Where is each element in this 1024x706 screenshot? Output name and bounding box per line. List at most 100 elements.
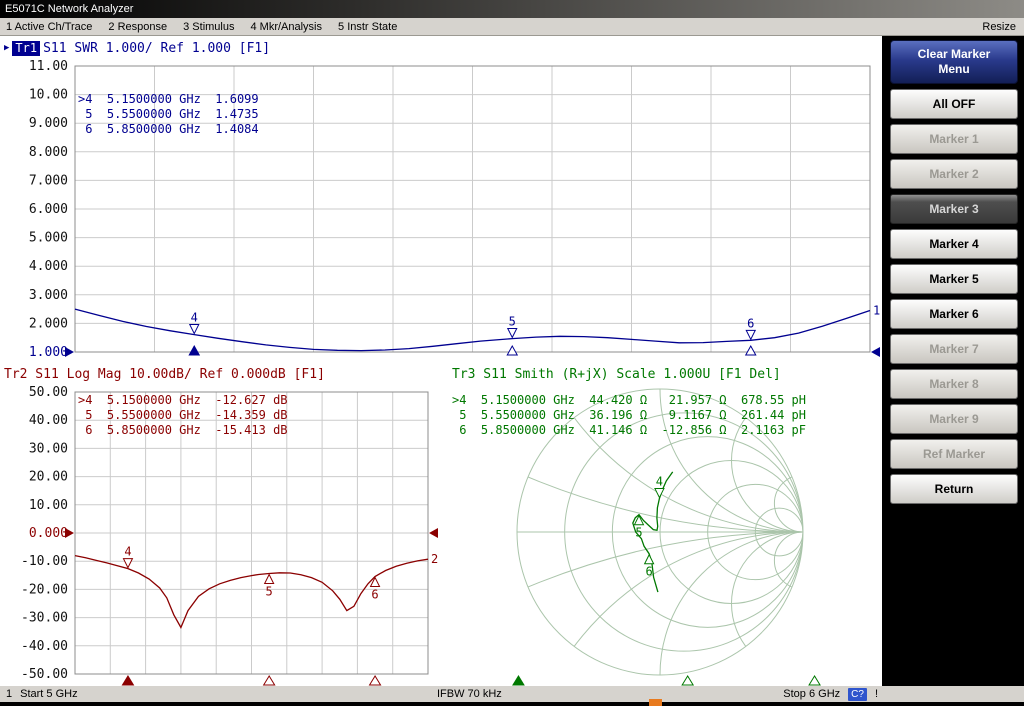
- resize-button[interactable]: Resize: [982, 21, 1024, 33]
- tr1-badge[interactable]: Tr1: [12, 41, 40, 56]
- menu-item-2[interactable]: 2 Response: [108, 21, 167, 33]
- softkey-marker-4[interactable]: Marker 4: [890, 229, 1018, 259]
- chart-area: ▶ Tr1 S11 SWR 1.000/ Ref 1.000 [F1] 11.0…: [0, 36, 882, 686]
- analyzer-window: E5071C Network Analyzer 1 Active Ch/Trac…: [0, 0, 1024, 706]
- marker-readout-row: 5 5.5500000 GHz 36.196 Ω 9.1167 Ω 261.44…: [452, 408, 806, 423]
- tr2-marker-table: >4 5.1500000 GHz -12.627 dB 5 5.5500000 …: [78, 393, 288, 438]
- marker-readout-row: >4 5.1500000 GHz 1.6099: [78, 92, 259, 107]
- marker-5-label: 5: [635, 526, 642, 540]
- ref-level-right-icon: [871, 347, 880, 357]
- ref-level-right-icon: [429, 528, 438, 538]
- y-axis-tick: 7.000: [29, 173, 68, 188]
- status-alert: !: [875, 686, 878, 702]
- y-axis-tick: 50.00: [29, 386, 68, 400]
- tr1-title: S11 SWR 1.000/ Ref 1.000 [F1]: [43, 41, 270, 56]
- marker-5-label: 5: [509, 314, 516, 328]
- y-axis-tick: -40.00: [21, 639, 68, 654]
- marker-4-label: 4: [656, 475, 663, 489]
- menu-item-4[interactable]: 4 Mkr/Analysis: [250, 21, 322, 33]
- marker-4-label: 4: [124, 545, 131, 559]
- y-axis-tick: -10.00: [21, 554, 68, 569]
- menu-items: 1 Active Ch/Trace 2 Response 3 Stimulus 4 M…: [0, 21, 982, 33]
- marker-4-triangle[interactable]: [123, 559, 132, 568]
- y-axis-tick: 11.00: [29, 60, 68, 74]
- tr1-title-row: ▶ Tr1 S11 SWR 1.000/ Ref 1.000 [F1]: [4, 41, 270, 56]
- marker-4-triangle[interactable]: [190, 325, 199, 334]
- stimulus-marker-icon: [507, 346, 517, 355]
- bottom-strip: [0, 702, 1024, 706]
- marker-4-triangle[interactable]: [655, 489, 664, 498]
- marker-6-label: 6: [646, 565, 653, 579]
- y-axis-tick: 1.000: [29, 345, 68, 360]
- y-axis-tick: 10.00: [29, 498, 68, 513]
- ref-level-left-icon: [65, 528, 74, 538]
- marker-readout-row: 6 5.8500000 GHz 1.4084: [78, 122, 259, 137]
- status-start-section: 1 Start 5 GHz: [6, 686, 78, 702]
- marker-readout-row: 5 5.5500000 GHz -14.359 dB: [78, 408, 288, 423]
- softkey-return[interactable]: Return: [890, 474, 1018, 504]
- stimulus-marker-icon: [370, 676, 381, 685]
- stimulus-marker-icon: [809, 676, 820, 685]
- tr2-title[interactable]: Tr2 S11 Log Mag 10.00dB/ Ref 0.000dB [F1…: [4, 367, 325, 382]
- softkey-panel: Clear Marker Menu All OFFMarker 1Marker …: [884, 36, 1024, 686]
- softkey-marker-8: Marker 8: [890, 369, 1018, 399]
- marker-readout-row: >4 5.1500000 GHz 44.420 Ω 21.957 Ω 678.5…: [452, 393, 806, 408]
- trace-number-label: 1: [873, 304, 880, 318]
- marker-6-label: 6: [371, 587, 378, 601]
- stimulus-marker-icon: [513, 676, 524, 685]
- status-bar: 1 Start 5 GHz IFBW 70 kHz Stop 6 GHz C? …: [0, 686, 1024, 702]
- correction-badge: C?: [848, 688, 867, 701]
- title-bar[interactable]: E5071C Network Analyzer: [0, 0, 1024, 18]
- y-axis-tick: 20.00: [29, 470, 68, 485]
- stimulus-marker-icon: [122, 676, 133, 685]
- softkey-buttons: All OFFMarker 1Marker 2Marker 3Marker 4M…: [890, 89, 1018, 504]
- stimulus-marker-icon: [264, 676, 275, 685]
- menu-item-5[interactable]: 5 Instr State: [338, 21, 397, 33]
- ref-level-left-icon: [65, 347, 74, 357]
- channel-number: 1: [6, 686, 12, 702]
- marker-6-triangle[interactable]: [746, 330, 755, 339]
- softkey-marker-3[interactable]: Marker 3: [890, 194, 1018, 224]
- marker-6-label: 6: [747, 316, 754, 330]
- window-title: E5071C Network Analyzer: [5, 3, 133, 15]
- stop-frequency: Stop 6 GHz: [783, 686, 840, 702]
- softkey-marker-5[interactable]: Marker 5: [890, 264, 1018, 294]
- marker-readout-row: 5 5.5500000 GHz 1.4735: [78, 107, 259, 122]
- y-axis-tick: -20.00: [21, 582, 68, 597]
- tr3-marker-table: >4 5.1500000 GHz 44.420 Ω 21.957 Ω 678.5…: [452, 393, 806, 438]
- taskbar-artifact: [649, 699, 662, 706]
- softkey-marker-9: Marker 9: [890, 404, 1018, 434]
- stimulus-marker-icon: [746, 346, 756, 355]
- softkey-marker-6[interactable]: Marker 6: [890, 299, 1018, 329]
- marker-readout-row: >4 5.1500000 GHz -12.627 dB: [78, 393, 288, 408]
- marker-4-label: 4: [191, 311, 198, 325]
- trace-number-label: 2: [431, 552, 438, 566]
- softkey-marker-2: Marker 2: [890, 159, 1018, 189]
- menu-item-3[interactable]: 3 Stimulus: [183, 21, 234, 33]
- y-axis-tick: 10.00: [29, 88, 68, 103]
- marker-5-label: 5: [266, 584, 273, 598]
- marker-5-triangle[interactable]: [265, 574, 274, 583]
- stimulus-marker-icon: [189, 346, 199, 355]
- start-frequency: Start 5 GHz: [20, 686, 77, 702]
- y-axis-tick: 8.000: [29, 145, 68, 160]
- y-axis-tick: 30.00: [29, 441, 68, 456]
- tr3-title[interactable]: Tr3 S11 Smith (R+jX) Scale 1.000U [F1 De…: [452, 367, 781, 382]
- marker-6-triangle[interactable]: [645, 555, 654, 564]
- softkey-ref-marker: Ref Marker: [890, 439, 1018, 469]
- active-trace-arrow-icon: ▶: [4, 41, 9, 56]
- softkey-all-off[interactable]: All OFF: [890, 89, 1018, 119]
- menu-bar: 1 Active Ch/Trace 2 Response 3 Stimulus 4 M…: [0, 18, 1024, 36]
- tr1-marker-table: >4 5.1500000 GHz 1.6099 5 5.5500000 GHz …: [78, 92, 259, 137]
- y-axis-tick: 2.000: [29, 316, 68, 331]
- status-stop-section: Stop 6 GHz C? !: [783, 686, 878, 702]
- y-axis-tick: -30.00: [21, 611, 68, 626]
- y-axis-tick: 9.000: [29, 116, 68, 131]
- stimulus-marker-icon: [682, 676, 693, 685]
- softkey-marker-7: Marker 7: [890, 334, 1018, 364]
- y-axis-tick: 0.000: [29, 526, 68, 541]
- y-axis-tick: 5.000: [29, 231, 68, 246]
- menu-item-1[interactable]: 1 Active Ch/Trace: [6, 21, 92, 33]
- marker-5-triangle[interactable]: [508, 328, 517, 337]
- ifbw-readout: IFBW 70 kHz: [437, 686, 502, 702]
